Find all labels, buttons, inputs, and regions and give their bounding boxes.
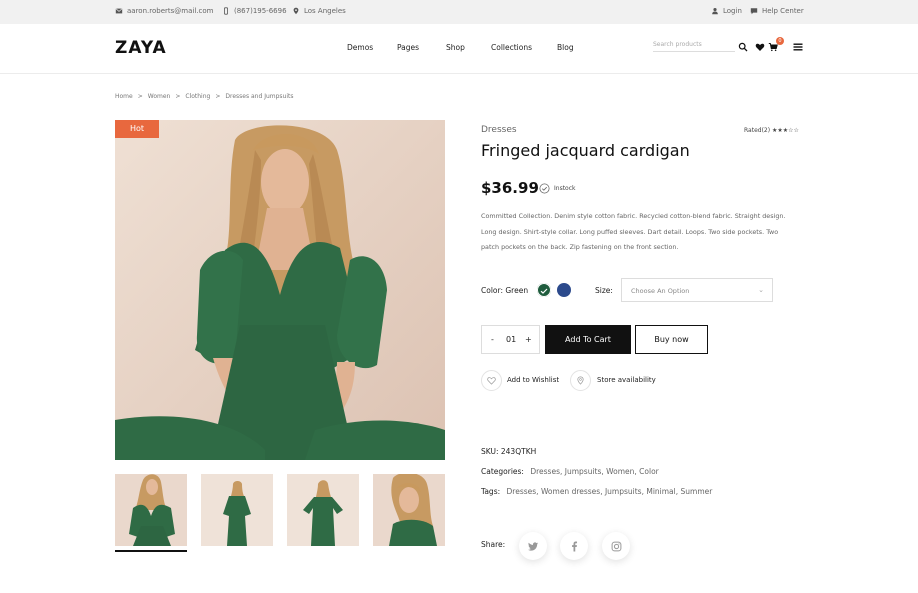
search-icon[interactable] bbox=[738, 42, 748, 52]
rating-count: Rated(2) bbox=[744, 127, 771, 134]
color-swatch-blue[interactable] bbox=[557, 283, 571, 297]
breadcrumb-women[interactable]: Women bbox=[148, 93, 171, 100]
location-text: Los Angeles bbox=[304, 7, 346, 15]
email-text: aaron.roberts@mail.com bbox=[127, 7, 214, 15]
quantity-increase-button[interactable]: + bbox=[525, 335, 532, 344]
nav-collections[interactable]: Collections bbox=[491, 43, 532, 52]
breadcrumb-home[interactable]: Home bbox=[115, 93, 133, 100]
product-main-image[interactable] bbox=[115, 120, 445, 460]
facebook-icon bbox=[571, 541, 577, 551]
nav-demos[interactable]: Demos bbox=[347, 43, 373, 52]
wishlist-button[interactable] bbox=[481, 370, 502, 391]
stock-status: Instock bbox=[539, 183, 576, 194]
product-categories: Categories: Dresses, Jumpsuits, Women, C… bbox=[481, 467, 659, 476]
active-thumbnail-indicator bbox=[115, 550, 187, 552]
product-rating[interactable]: Rated(2) ★★★☆☆ bbox=[744, 127, 799, 134]
search-input[interactable]: Search products bbox=[653, 41, 735, 52]
main-header: ZAYA Demos Pages Shop Collections Blog S… bbox=[0, 24, 918, 74]
mail-icon bbox=[115, 8, 123, 14]
quantity-stepper: - 01 + bbox=[481, 325, 540, 354]
login-link[interactable]: Login bbox=[711, 7, 742, 15]
quantity-decrease-button[interactable]: - bbox=[491, 335, 494, 344]
product-thumbnail[interactable] bbox=[201, 474, 273, 546]
color-label: Color: Green bbox=[481, 286, 529, 295]
instagram-icon bbox=[611, 541, 621, 551]
phone-icon bbox=[224, 7, 228, 15]
map-pin-icon bbox=[577, 376, 584, 385]
product-sku: SKU: 243QTKH bbox=[481, 447, 536, 456]
color-swatch-green[interactable] bbox=[537, 283, 551, 297]
star-rating-icon: ★★★☆☆ bbox=[772, 127, 799, 134]
size-select[interactable]: Choose An Option ⌄ bbox=[621, 278, 773, 302]
twitter-icon bbox=[527, 541, 538, 551]
contact-phone[interactable]: (867)195-6696 bbox=[222, 7, 287, 15]
breadcrumb: Home > Women > Clothing > Dresses and Jumpsuit… bbox=[115, 93, 294, 100]
quantity-value[interactable]: 01 bbox=[506, 335, 516, 344]
chevron-down-icon: ⌄ bbox=[758, 286, 764, 294]
share-instagram-button[interactable] bbox=[602, 532, 630, 560]
login-text: Login bbox=[723, 7, 742, 15]
heart-outline-icon bbox=[487, 377, 496, 385]
check-circle-icon bbox=[539, 183, 550, 194]
hot-badge: Hot bbox=[115, 120, 159, 138]
size-label: Size: bbox=[595, 286, 613, 295]
breadcrumb-clothing[interactable]: Clothing bbox=[185, 93, 210, 100]
share-facebook-button[interactable] bbox=[560, 532, 588, 560]
top-bar: aaron.roberts@mail.com (867)195-6696 Los… bbox=[0, 0, 918, 24]
product-thumbnail[interactable] bbox=[115, 474, 187, 546]
user-icon bbox=[712, 7, 718, 15]
add-to-wishlist-link[interactable]: Add to Wishlist bbox=[507, 376, 559, 384]
store-availability-link[interactable]: Store availability bbox=[597, 376, 656, 384]
sku-value: 243QTKH bbox=[500, 447, 537, 456]
tags-label: Tags: bbox=[481, 487, 501, 496]
product-thumbnail[interactable] bbox=[287, 474, 359, 546]
phone-text: (867)195-6696 bbox=[234, 7, 287, 15]
breadcrumb-current: Dresses and Jumpsuits bbox=[225, 93, 294, 100]
nav-blog[interactable]: Blog bbox=[557, 43, 574, 52]
help-center-link[interactable]: Help Center bbox=[750, 7, 804, 15]
contact-location[interactable]: Los Angeles bbox=[292, 7, 346, 15]
sku-label: SKU: bbox=[481, 447, 499, 456]
categories-label: Categories: bbox=[481, 467, 524, 476]
product-category[interactable]: Dresses bbox=[481, 125, 517, 135]
site-logo[interactable]: ZAYA bbox=[115, 38, 167, 58]
stock-text: Instock bbox=[554, 185, 576, 192]
chat-icon bbox=[750, 8, 758, 15]
location-pin-icon bbox=[293, 7, 299, 15]
help-text: Help Center bbox=[762, 7, 804, 15]
size-select-value: Choose An Option bbox=[631, 287, 690, 295]
nav-pages[interactable]: Pages bbox=[397, 43, 419, 52]
share-label: Share: bbox=[481, 540, 506, 549]
share-twitter-button[interactable] bbox=[519, 532, 547, 560]
product-thumbnail[interactable] bbox=[373, 474, 445, 546]
heart-icon[interactable] bbox=[755, 42, 765, 52]
product-tags: Tags: Dresses, Women dresses, Jumpsuits,… bbox=[481, 487, 712, 496]
tags-value[interactable]: Dresses, Women dresses, Jumpsuits, Minim… bbox=[507, 487, 713, 496]
product-price: $36.99 bbox=[481, 179, 539, 197]
contact-email[interactable]: aaron.roberts@mail.com bbox=[115, 7, 213, 15]
menu-icon[interactable] bbox=[793, 42, 803, 52]
product-description: Committed Collection. Denim style cotton… bbox=[481, 212, 786, 251]
categories-value[interactable]: Dresses, Jumpsuits, Women, Color bbox=[530, 467, 658, 476]
buy-now-button[interactable]: Buy now bbox=[635, 325, 708, 354]
add-to-cart-button[interactable]: Add To Cart bbox=[545, 325, 631, 354]
nav-shop[interactable]: Shop bbox=[446, 43, 465, 52]
store-availability-button[interactable] bbox=[570, 370, 591, 391]
product-title: Fringed jacquard cardigan bbox=[481, 141, 690, 160]
cart-count-badge: 0 bbox=[776, 37, 784, 45]
